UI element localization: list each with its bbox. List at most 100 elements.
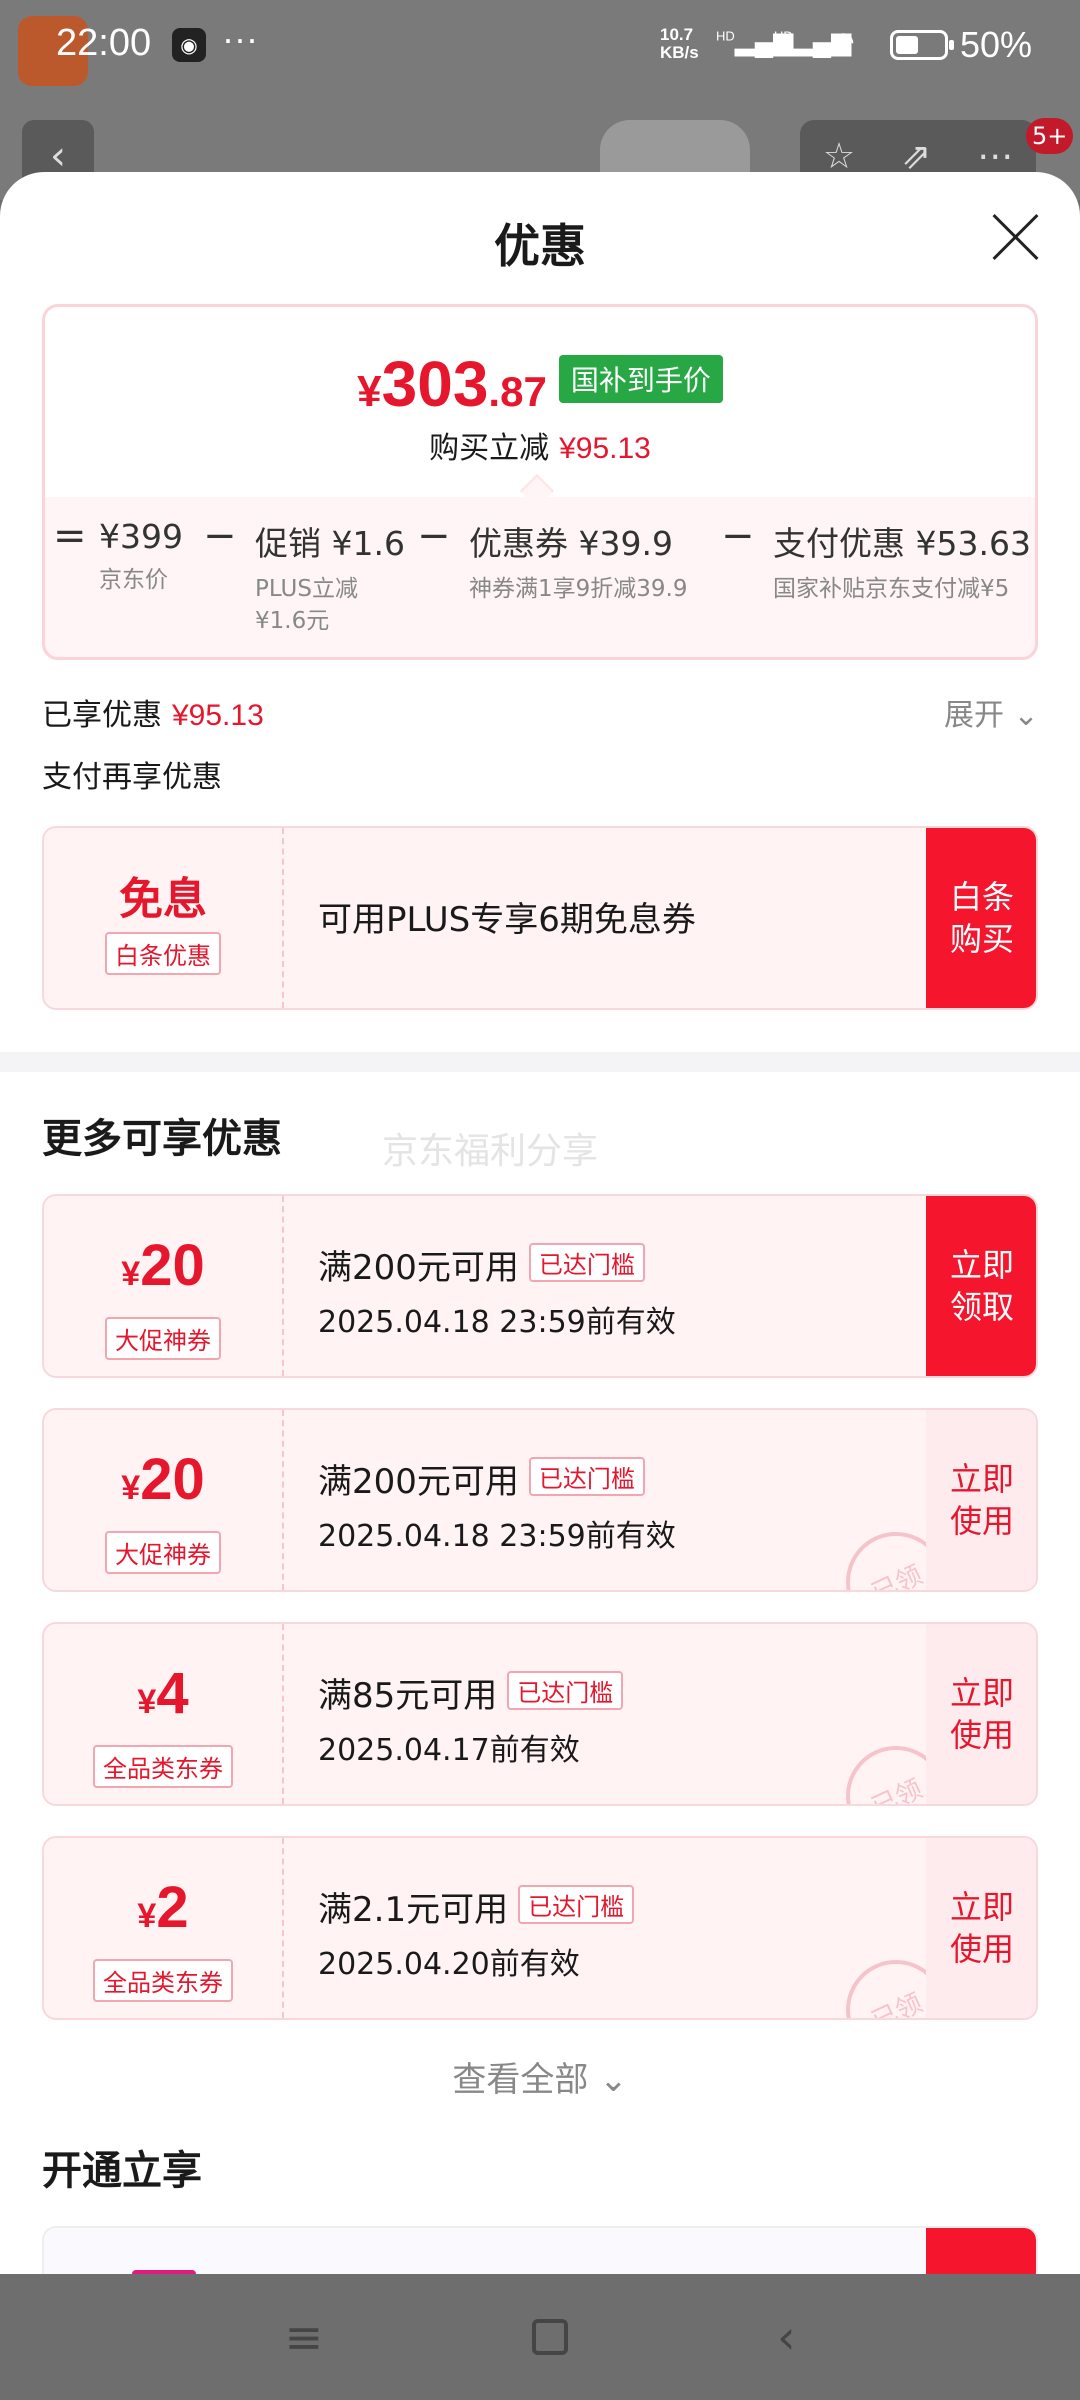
- status-time: 22:00: [56, 22, 152, 64]
- price-breakdown-card: ¥303.87 国补到手价 购买立减 ¥95.13 = ¥399 京东价 − 促销 …: [42, 304, 1038, 660]
- view-all-label: 查看全部: [452, 2060, 589, 2100]
- battery-percent: 50%: [960, 24, 1033, 65]
- interest-free-title: 免息: [119, 874, 207, 925]
- coupon-left: ¥20 大促神券: [44, 1410, 284, 1590]
- sheet-title: 优惠: [494, 219, 586, 273]
- coupon-card: ¥2 全品类东券 满2.1元可用 已达门槛 2025.04.20前有效 已领 立即…: [42, 1836, 1038, 2020]
- coupon-type: 全品类东券: [93, 1959, 233, 2002]
- pointer-notch: [520, 474, 554, 508]
- coupon-validity: 2025.04.18 23:59前有效: [318, 1305, 676, 1340]
- coupon-amount-value: 20: [140, 1233, 205, 1298]
- coupon-condition-text: 满85元可用: [318, 1676, 498, 1716]
- section-divider: [0, 1052, 1080, 1072]
- coupon-amount: ¥20: [44, 1448, 282, 1527]
- share-icon: ⇗: [901, 135, 932, 177]
- chevron-down-icon: ⌄: [588, 2060, 628, 2100]
- baitiao-buy-button[interactable]: 白条 购买: [926, 828, 1036, 1008]
- coupon-left: ¥4 全品类东券: [44, 1624, 284, 1804]
- coupon-info: 满200元可用 已达门槛 2025.04.18 23:59前有效: [318, 1454, 676, 1555]
- coupon-type: 大促神券: [105, 1317, 221, 1360]
- subsidy-price-tag: 国补到手价: [558, 355, 723, 403]
- view-all-link[interactable]: 查看全部 ⌄: [0, 2052, 1080, 2101]
- price-formula: = ¥399 京东价 − 促销 ¥1.6 PLUS立减 ¥1.6元 − 优惠券 …: [45, 517, 1035, 657]
- menu-icon[interactable]: ≡: [285, 2310, 324, 2364]
- coupon-condition: 满200元可用 已达门槛: [318, 1454, 676, 1503]
- formula-item-sub: PLUS立减 ¥1.6元: [255, 576, 358, 634]
- coupon-amount: ¥20: [44, 1234, 282, 1313]
- final-price-currency: ¥: [357, 367, 382, 416]
- formula-item-base-price: ¥399 京东价: [99, 517, 183, 596]
- formula-item-sub: 京东价: [99, 567, 168, 593]
- coupon-validity: 2025.04.18 23:59前有效: [318, 1519, 676, 1554]
- coupon-info: 满2.1元可用 已达门槛 2025.04.20前有效: [318, 1882, 635, 1983]
- claim-coupon-button[interactable]: 立即 领取: [926, 1196, 1036, 1376]
- formula-item-sub: 神券满1享9折减39.9: [469, 576, 688, 602]
- coupon-type: 全品类东券: [93, 1745, 233, 1788]
- chevron-down-icon: ⌄: [1004, 698, 1039, 733]
- coupon-amount-value: 4: [156, 1661, 189, 1726]
- notification-app-icon: ◉: [172, 28, 206, 62]
- coupon-left: ¥2 全品类东券: [44, 1838, 284, 2018]
- interest-free-desc: 可用PLUS专享6期免息券: [318, 900, 696, 940]
- battery-icon: [890, 30, 954, 60]
- formula-operator: −: [721, 517, 755, 559]
- final-price-decimal: .87: [488, 368, 547, 415]
- final-price: ¥303.87 国补到手价: [45, 347, 1035, 421]
- formula-item-payment: 支付优惠 ¥53.63 国家补贴京东支付减¥5: [773, 517, 1031, 605]
- formula-operator: −: [417, 517, 451, 559]
- enjoyed-discount: 已享优惠 ¥95.13: [42, 690, 264, 734]
- coupon-validity: 2025.04.17前有效: [318, 1733, 580, 1768]
- enjoyed-label: 已享优惠: [42, 698, 162, 733]
- net-speed-value: 10.7: [660, 25, 694, 44]
- threshold-reached-badge: 已达门槛: [507, 1671, 624, 1710]
- interest-free-card: 免息 白条优惠 可用PLUS专享6期免息券 白条 购买: [42, 826, 1038, 1010]
- coupon-currency: ¥: [121, 1469, 141, 1507]
- coupon-condition: 满200元可用 已达门槛: [318, 1240, 676, 1289]
- formula-item-main: 促销 ¥1.6: [255, 524, 405, 563]
- net-speed: 10.7 KB/s: [660, 26, 699, 62]
- net-speed-unit: KB/s: [660, 43, 699, 62]
- threshold-reached-badge: 已达门槛: [528, 1457, 645, 1496]
- formula-item-main: 优惠券 ¥39.9: [469, 524, 673, 563]
- coupon-condition-text: 满200元可用: [318, 1462, 519, 1502]
- formula-item-coupon: 优惠券 ¥39.9 神券满1享9折减39.9: [469, 517, 687, 605]
- interest-free-info: 可用PLUS专享6期免息券: [318, 892, 696, 941]
- enjoyed-value: ¥95.13: [172, 699, 264, 732]
- open-benefits-title: 开通立享: [42, 2148, 202, 2194]
- coupon-amount-value: 2: [156, 1875, 189, 1940]
- signal-2-label: HD: [774, 28, 793, 44]
- formula-item-main: ¥399: [99, 517, 183, 556]
- coupon-card: ¥4 全品类东券 满85元可用 已达门槛 2025.04.17前有效 已领 立即 …: [42, 1622, 1038, 1806]
- home-icon[interactable]: [532, 2319, 569, 2355]
- more-notifications-icon: ···: [222, 18, 258, 59]
- discount-sheet: 优惠 ¥303.87 国补到手价 购买立减 ¥95.13 = ¥399 京东价 − …: [0, 172, 1080, 2275]
- back-nav-icon[interactable]: ‹: [777, 2310, 795, 2364]
- coupon-amount-value: 20: [140, 1447, 205, 1512]
- cart-badge: 5+: [1026, 118, 1074, 154]
- signal-1-label: HD: [716, 28, 735, 44]
- coupon-currency: ¥: [137, 1897, 157, 1935]
- interest-free-left: 免息 白条优惠: [44, 828, 284, 1008]
- saved-amount: 购买立减 ¥95.13: [45, 423, 1035, 467]
- saved-label: 购买立减: [429, 431, 550, 466]
- expand-toggle[interactable]: 展开 ⌄: [944, 690, 1039, 734]
- more-icon: ⋯: [977, 135, 1014, 177]
- interest-free-type: 白条优惠: [105, 932, 221, 975]
- coupon-currency: ¥: [121, 1255, 141, 1293]
- formula-operator: −: [203, 517, 237, 559]
- more-discounts-title: 更多可享优惠: [42, 1116, 282, 1162]
- coupon-left: ¥20 大促神券: [44, 1196, 284, 1376]
- use-coupon-button[interactable]: 立即 使用: [926, 1410, 1036, 1590]
- formula-item-promotion: 促销 ¥1.6 PLUS立减 ¥1.6元: [255, 517, 405, 637]
- use-coupon-button[interactable]: 立即 使用: [926, 1624, 1036, 1804]
- formula-operator: =: [53, 517, 87, 559]
- coupon-card: ¥20 大促神券 满200元可用 已达门槛 2025.04.18 23:59前有效…: [42, 1194, 1038, 1378]
- coupon-amount: ¥4: [44, 1662, 282, 1741]
- coupon-condition-text: 满200元可用: [318, 1248, 519, 1288]
- coupon-info: 满200元可用 已达门槛 2025.04.18 23:59前有效: [318, 1240, 676, 1341]
- pay-more-heading: 支付再享优惠: [42, 760, 222, 795]
- coupon-condition: 满85元可用 已达门槛: [318, 1668, 624, 1717]
- wifi-icon: ◠: [832, 26, 855, 56]
- use-coupon-button[interactable]: 立即 使用: [926, 1838, 1036, 2018]
- close-icon[interactable]: [990, 212, 1040, 262]
